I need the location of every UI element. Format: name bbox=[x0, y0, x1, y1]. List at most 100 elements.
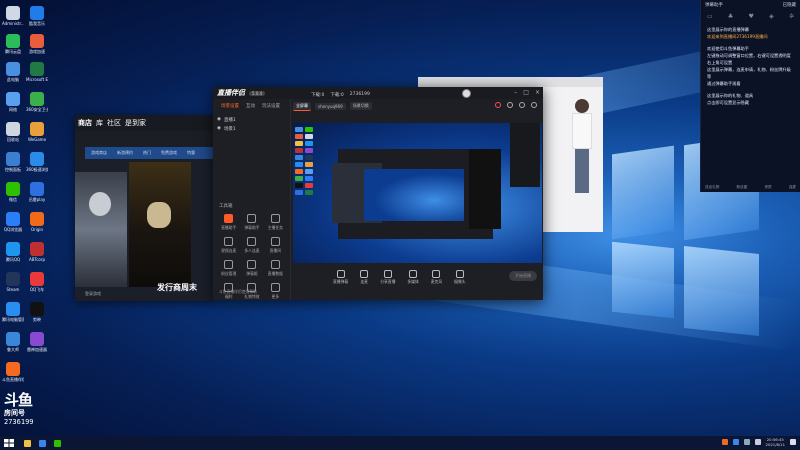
bottom-control-button[interactable]: 多媒体 bbox=[407, 269, 419, 285]
scene-item[interactable]: ◉ 场景1 bbox=[217, 124, 286, 133]
desktop-icon[interactable]: Origin bbox=[26, 212, 48, 232]
tab-scene[interactable]: 场景设置 bbox=[221, 103, 239, 109]
bottom-control-button[interactable]: 连麦 bbox=[360, 269, 369, 285]
store-nav-item[interactable]: 特惠 bbox=[187, 150, 195, 156]
desktop-icon[interactable]: QQ浏览器 bbox=[2, 212, 24, 232]
tray-app-icon[interactable] bbox=[721, 439, 728, 445]
desktop-icon[interactable]: 360极速浏览器 bbox=[26, 152, 48, 172]
thumb-icon[interactable]: ♣ bbox=[728, 13, 733, 20]
clock[interactable]: 20:56:45 2021/8/11 bbox=[766, 437, 785, 447]
desktop-icon[interactable]: 回收站 bbox=[2, 122, 24, 142]
wechat-icon[interactable] bbox=[54, 439, 61, 447]
bottom-control-button[interactable]: 麦克风 bbox=[431, 269, 442, 285]
notification-icon[interactable] bbox=[790, 439, 796, 445]
record-icon[interactable] bbox=[495, 102, 501, 108]
tab-interact[interactable]: 互动 bbox=[246, 103, 255, 109]
desktop-icon[interactable]: 腾讯QQ bbox=[2, 242, 24, 262]
danmu-panel[interactable]: 弹幕助手 已隐藏 ▭ ♣ ♥ ◈ ✲ 这里展示你的直播弹幕 欢迎来到直播间2736… bbox=[700, 0, 800, 192]
desktop-icon[interactable]: 网络 bbox=[2, 92, 24, 112]
footer-item[interactable]: 送出礼物 bbox=[705, 185, 719, 190]
footer-item[interactable]: 粉丝团 bbox=[737, 185, 748, 190]
desktop-icon[interactable]: 剪映 bbox=[26, 302, 48, 322]
toolbox-item[interactable]: 弹幕助手 bbox=[240, 214, 263, 231]
avatar-window-titlebar[interactable] bbox=[418, 77, 603, 87]
windows-start-icon[interactable] bbox=[4, 439, 14, 447]
heart-icon[interactable]: ♥ bbox=[749, 13, 754, 20]
desktop-icon[interactable]: Administr... bbox=[2, 6, 24, 26]
store-banner[interactable]: 发行商周末 bbox=[75, 162, 215, 297]
toolbox-item[interactable]: 更多 bbox=[264, 283, 287, 300]
toolbox-item[interactable]: 直播助手 bbox=[217, 214, 240, 231]
desktop-icon[interactable]: 控制面板 bbox=[2, 152, 24, 172]
desktop-icon[interactable]: QQ飞车 bbox=[26, 272, 48, 292]
desktop-icon[interactable]: 腾讯电脑管家 bbox=[2, 302, 24, 322]
bottom-control-button[interactable]: 分享直播 bbox=[380, 269, 395, 285]
desktop-icon[interactable]: 360安全卫士 bbox=[26, 92, 48, 112]
desktop-icon[interactable]: ABTcorp bbox=[26, 242, 48, 262]
store-tab[interactable]: 库 bbox=[96, 118, 103, 128]
toolbox-item[interactable]: 主播任务 bbox=[264, 214, 287, 231]
desktop-icon[interactable]: 雷神加速器 bbox=[26, 332, 48, 352]
user-avatar[interactable] bbox=[462, 89, 471, 98]
eye-icon[interactable]: ◉ bbox=[217, 126, 221, 131]
maximize-icon[interactable]: □ bbox=[523, 89, 529, 96]
share-icon[interactable] bbox=[531, 102, 537, 108]
store-footer[interactable]: 登录游戏 bbox=[85, 291, 101, 297]
tool-icon bbox=[224, 260, 234, 269]
desktop-icon-label: QQ浏览器 bbox=[3, 227, 23, 232]
chat-icon[interactable]: ▭ bbox=[707, 13, 713, 20]
network-icon[interactable] bbox=[743, 439, 750, 445]
store-nav-item[interactable]: 热门 bbox=[143, 150, 151, 156]
scene-item[interactable]: ◉ 直播1 bbox=[217, 115, 286, 124]
fullscreen-chip[interactable]: 全屏幕 bbox=[293, 101, 311, 111]
streaming-app-window[interactable]: 直播伴侣 5.0.4 – □ × 下载:0 下载:0 2736199 场景设置 … bbox=[213, 87, 543, 300]
gear-icon[interactable]: ✲ bbox=[789, 13, 794, 20]
bell-icon[interactable]: ◈ bbox=[769, 13, 774, 20]
desktop-icon[interactable]: WeGame bbox=[26, 122, 48, 142]
stream-preview[interactable] bbox=[293, 123, 542, 263]
game-store-window[interactable]: 商店 库 社区 是到家 游戏商店 新游预约 热门 免费游戏 特惠 发行商周末 登… bbox=[75, 115, 215, 301]
eye-icon[interactable]: ◉ bbox=[217, 117, 221, 122]
toolbox-item[interactable]: 直播间 bbox=[264, 237, 287, 254]
settings-icon[interactable] bbox=[519, 102, 525, 108]
footer-item[interactable]: 贵宾 bbox=[764, 185, 771, 190]
toolbox-item[interactable]: 粉丝管理 bbox=[217, 260, 240, 277]
help-link[interactable]: 斗鱼直播伴侣使用帮助 bbox=[219, 289, 257, 295]
tray-app-icon[interactable] bbox=[732, 439, 739, 445]
app-titlebar[interactable]: 直播伴侣 5.0.4 bbox=[213, 87, 543, 99]
close-icon[interactable]: × bbox=[535, 89, 540, 96]
browser-icon[interactable] bbox=[39, 439, 46, 447]
start-stream-button[interactable]: 开始直播 bbox=[509, 271, 537, 281]
toolbox-item[interactable]: 多人连麦 bbox=[240, 237, 263, 254]
layout-icon[interactable] bbox=[507, 102, 513, 108]
toolbox-item[interactable]: 直播数据 bbox=[264, 260, 287, 277]
footer-item[interactable]: 连麦 bbox=[789, 185, 796, 190]
store-nav-item[interactable]: 新游预约 bbox=[117, 150, 133, 156]
bottom-control-button[interactable]: 直播弹幕 bbox=[333, 269, 348, 285]
account-chip[interactable]: shenyuq969 bbox=[315, 102, 346, 110]
desktop-icon[interactable]: Steam bbox=[2, 272, 24, 292]
store-nav-item[interactable]: 游戏商店 bbox=[91, 150, 107, 156]
desktop-icon[interactable]: 此电脑 bbox=[2, 62, 24, 82]
folder-icon[interactable] bbox=[24, 439, 31, 447]
minimize-icon[interactable]: – bbox=[514, 89, 517, 96]
store-nav-item[interactable]: 免费游戏 bbox=[161, 150, 177, 156]
toolbox-item[interactable]: 弹幕姬 bbox=[240, 260, 263, 277]
scene-switch-chip[interactable]: 场景切换 bbox=[349, 102, 372, 110]
store-tab[interactable]: 商店 bbox=[78, 118, 92, 128]
desktop-icon[interactable]: 酷我音乐 bbox=[26, 6, 48, 26]
volume-icon[interactable] bbox=[754, 439, 761, 445]
store-tab[interactable]: 是到家 bbox=[125, 118, 146, 128]
danmu-hidden-label[interactable]: 已隐藏 bbox=[783, 2, 797, 8]
desktop-icon[interactable]: 鲁大师 bbox=[2, 332, 24, 352]
bottom-control-button[interactable]: 摄像头 bbox=[454, 269, 466, 285]
desktop-icon[interactable]: Microsoft Excel 2010 bbox=[26, 62, 48, 82]
store-tab[interactable]: 社区 bbox=[107, 118, 121, 128]
desktop-icon[interactable]: 游戏加速 bbox=[26, 34, 48, 54]
desktop-icon[interactable]: 微信 bbox=[2, 182, 24, 202]
desktop-icon[interactable]: 迅雷play bbox=[26, 182, 48, 202]
desktop-icon[interactable]: 腾讯云盘 bbox=[2, 34, 24, 54]
toolbox-item[interactable]: 视频连麦 bbox=[217, 237, 240, 254]
desktop-icon[interactable]: 斗鱼直播伴侣 bbox=[2, 362, 24, 382]
tab-play[interactable]: 玩法设置 bbox=[262, 103, 280, 109]
